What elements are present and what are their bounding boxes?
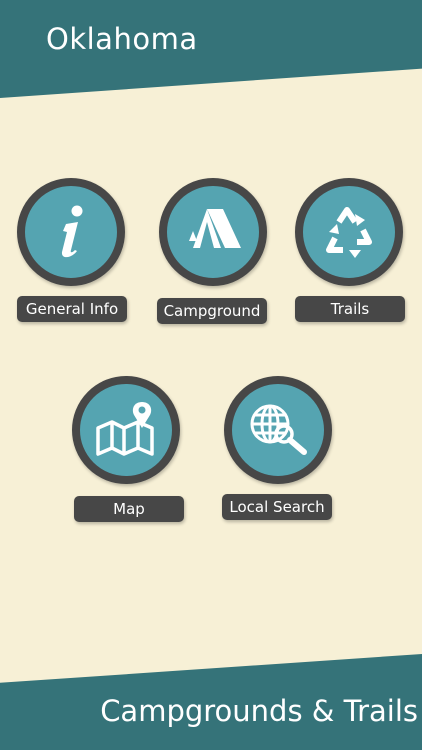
page-title: Oklahoma [46, 22, 198, 56]
local-search-label[interactable]: Local Search [222, 494, 332, 520]
info-icon [61, 205, 83, 258]
trails-button[interactable] [295, 178, 403, 286]
map-pin-icon [96, 402, 154, 456]
map-tile[interactable]: Map [72, 376, 184, 524]
campground-label[interactable]: Campground [157, 298, 267, 324]
recycle-icon [326, 207, 372, 258]
map-label[interactable]: Map [74, 496, 184, 522]
general-info-label[interactable]: General Info [17, 296, 127, 322]
campground-tile[interactable]: Campground [157, 178, 271, 328]
map-button[interactable] [72, 376, 180, 484]
trails-label[interactable]: Trails [295, 296, 405, 322]
general-info-tile[interactable]: General Info [17, 178, 129, 326]
local-search-tile[interactable]: Local Search [222, 376, 336, 524]
footer-title: Campgrounds & Trails [100, 694, 418, 728]
local-search-button[interactable] [224, 376, 332, 484]
campground-button[interactable] [159, 178, 267, 286]
tent-icon [189, 209, 241, 248]
globe-search-icon [250, 404, 307, 455]
general-info-button[interactable] [17, 178, 125, 286]
trails-tile[interactable]: Trails [295, 178, 407, 326]
